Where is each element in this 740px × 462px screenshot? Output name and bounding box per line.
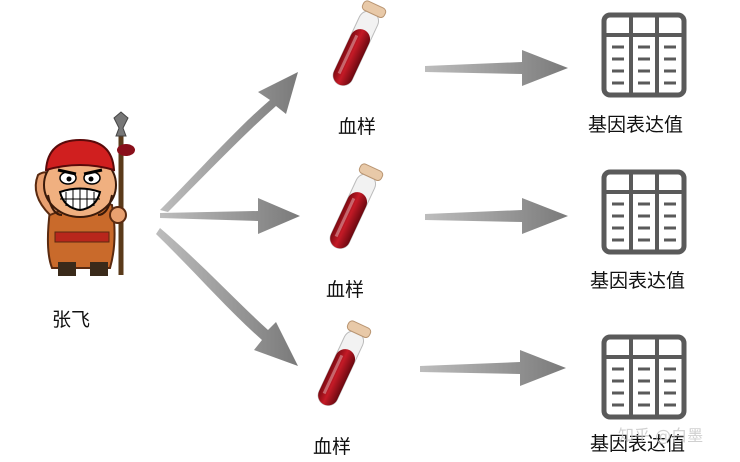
arrow-sample-3-to-output xyxy=(420,350,566,386)
arrow-person-to-sample-3 xyxy=(156,228,298,366)
arrow-sample-2-to-output xyxy=(425,198,568,234)
diagram-canvas xyxy=(34,0,687,420)
sample-label-3: 血样 xyxy=(313,436,352,458)
blood-tube-1 xyxy=(332,0,387,86)
output-label-2: 基因表达值 xyxy=(590,270,686,292)
table-icon-3 xyxy=(601,334,687,420)
arrow-sample-1-to-output xyxy=(425,50,568,86)
blood-tube-3 xyxy=(317,320,372,406)
watermark: 知乎 @白墨 xyxy=(618,426,704,445)
sample-label-2: 血样 xyxy=(326,279,365,301)
zhangfei-figure xyxy=(34,111,135,276)
sample-label-1: 血样 xyxy=(338,116,377,138)
output-label-1: 基因表达值 xyxy=(588,114,684,136)
arrow-person-to-sample-2 xyxy=(160,198,300,234)
table-icon-2 xyxy=(601,169,687,255)
table-icon-1 xyxy=(601,12,687,98)
blood-tube-2 xyxy=(329,163,384,249)
arrow-person-to-sample-1 xyxy=(160,72,298,212)
person-name-label: 张飞 xyxy=(52,309,91,331)
